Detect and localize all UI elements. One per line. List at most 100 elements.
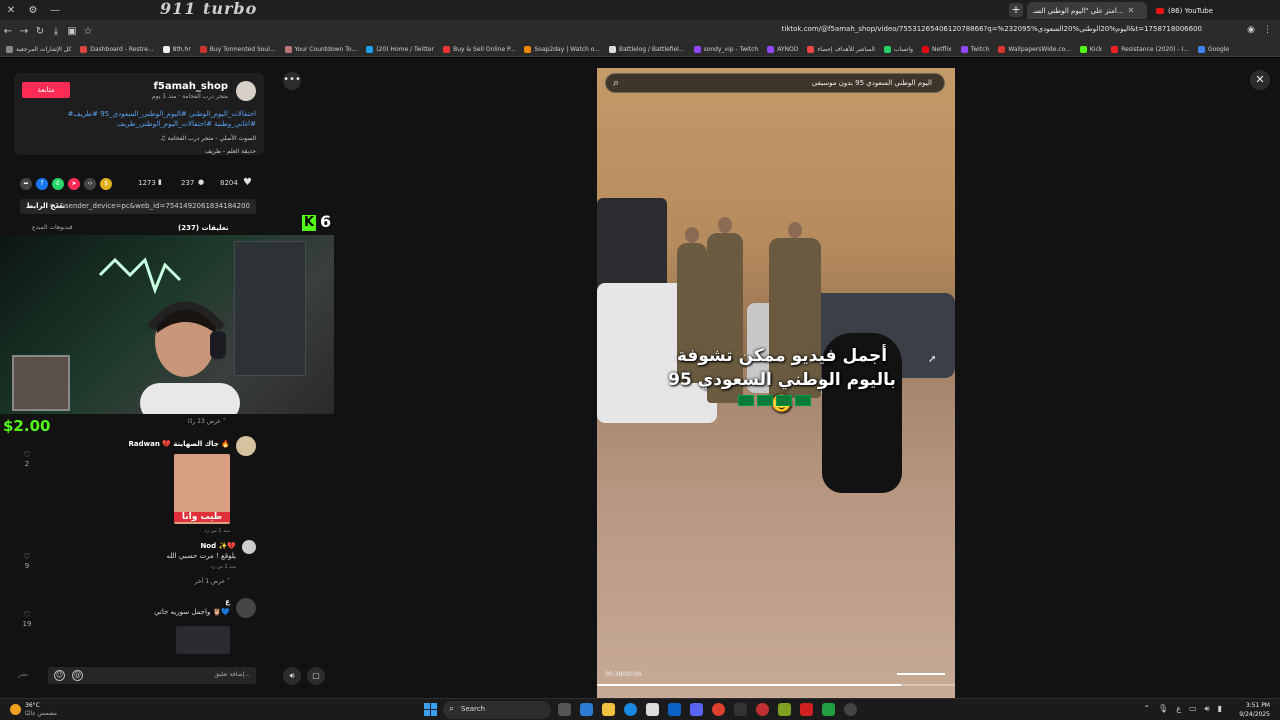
bookmark-item[interactable]: المباشر للأهداف إحصاء [807, 45, 875, 53]
follow-button[interactable]: متابعة [22, 82, 70, 98]
tab-tiktok[interactable]: امتز على "اليوم الوطني السـ... ✕ [1027, 2, 1147, 19]
commenter-name[interactable]: Radwan 💔 جاك الصهاينة 🔥 [129, 440, 230, 448]
battery-icon[interactable]: ▮ [1218, 704, 1222, 714]
tab-youtube[interactable]: (86) YouTube [1150, 2, 1260, 19]
comment-icon[interactable]: ● [198, 178, 204, 186]
like-icon[interactable]: ♡ [20, 450, 34, 459]
link-text[interactable]: =1&sender_device=pc&web_id=7541492061834… [49, 202, 250, 210]
bookmark-item[interactable]: WallpapersWide.co... [998, 45, 1071, 53]
bookmark-item[interactable]: Kick [1079, 45, 1102, 53]
bookmark-item[interactable]: Google [1197, 45, 1229, 53]
more-options-button[interactable]: ••• [283, 72, 301, 90]
post-comment-button[interactable]: نشر [18, 671, 28, 678]
bookmark-item[interactable]: Soap2day | Watch o... [524, 45, 600, 53]
commenter-avatar[interactable] [236, 436, 256, 456]
volume-icon[interactable]: 🔊︎ [1205, 704, 1210, 714]
commenter-avatar[interactable] [236, 598, 256, 618]
close-window-icon[interactable]: ✕ [0, 0, 22, 20]
commenter-avatar[interactable] [242, 540, 256, 554]
commenter-name[interactable]: ع [225, 598, 230, 606]
microphone-icon[interactable]: 🎙︎ [1158, 704, 1168, 714]
facebook-icon[interactable]: f [36, 178, 48, 190]
bookmark-item[interactable]: Dashboard - Restre... [80, 45, 154, 53]
video-progress-bar[interactable] [597, 684, 955, 686]
view-replies-toggle[interactable]: عرض 1 آخر ˅ [195, 578, 230, 585]
task-view-icon[interactable] [558, 703, 571, 716]
discord-icon[interactable] [690, 703, 703, 716]
bookmark-item[interactable]: Resistance (2020) - I... [1111, 45, 1189, 53]
picture-in-picture-button[interactable]: ▢ [307, 667, 325, 685]
reload-icon[interactable]: ↻ [32, 26, 48, 37]
new-tab-button[interactable]: + [1009, 3, 1023, 17]
minimize-icon[interactable]: — [44, 0, 66, 20]
view-replies-toggle[interactable]: عرض 13 ردًا ˅ [188, 418, 226, 425]
commenter-name[interactable]: Nod ✨💔 [200, 542, 236, 550]
donation-amount: $2.00 [3, 417, 51, 435]
app-icon[interactable] [800, 703, 813, 716]
bookmark-item[interactable]: Battlelog / Battlefiel... [609, 45, 685, 53]
app-icon[interactable] [734, 703, 747, 716]
windows-start-icon[interactable] [424, 703, 437, 716]
bookmark-item[interactable]: sondy_vip - Twitch [693, 45, 758, 53]
bookmark-item[interactable]: AYNOD [767, 45, 798, 53]
video-description[interactable]: #احتفالات_اليوم_الوطني #اليوم_الوطني_الس… [26, 109, 256, 129]
emoji-icon[interactable]: ☺ [54, 670, 65, 681]
video-search-bar[interactable]: ⌕ اليوم الوطني السعودي 95 بدون موسيقى [605, 73, 945, 93]
volume-button[interactable]: 🔊︎ [283, 667, 301, 685]
network-icon[interactable]: ▭ [1189, 704, 1197, 714]
edge-icon[interactable] [624, 703, 637, 716]
creator-name[interactable]: f5amah_shop [154, 81, 228, 92]
tab-close-icon[interactable]: ✕ [1128, 6, 1135, 15]
bookmark-item[interactable]: 8th.hr [162, 45, 191, 53]
like-icon[interactable]: ♡ [20, 610, 34, 619]
like-icon[interactable]: ♡ [20, 552, 34, 561]
extensions-icon[interactable]: ▣ [64, 26, 80, 37]
taskbar-search[interactable]: ⌕ Search [443, 701, 551, 719]
playback-handle[interactable] [897, 673, 945, 675]
bookmark-item[interactable]: Buy & Sell Online P... [443, 45, 515, 53]
url-field[interactable]: tiktok.com/@f5amah_shop/video/7553126540… [782, 25, 1202, 33]
bookmark-item[interactable]: واتساب [883, 45, 913, 53]
video-player[interactable]: ⌕ اليوم الوطني السعودي 95 بدون موسيقى أج… [597, 68, 955, 698]
profile-icon[interactable]: ◉ [1247, 25, 1255, 35]
heart-icon[interactable]: ♥ [243, 177, 252, 188]
bookmark-item[interactable]: Your Countdown To... [284, 45, 357, 53]
send-icon[interactable]: ➤ [68, 178, 80, 190]
store-icon[interactable] [646, 703, 659, 716]
bookmark-item[interactable]: Netflix [922, 45, 952, 53]
bookmark-item[interactable]: Twitch [960, 45, 989, 53]
creator-avatar[interactable] [236, 81, 256, 101]
file-explorer-icon[interactable] [602, 703, 615, 716]
back-icon[interactable]: ← [0, 26, 16, 37]
forward-icon[interactable]: → [16, 26, 32, 37]
embed-icon[interactable]: ‹› [84, 178, 96, 190]
bookmark-item[interactable]: Buy Tormented Soul... [199, 45, 276, 53]
bookmark-item[interactable]: (20) Home / Twitter [366, 45, 434, 53]
comment-input[interactable]: ☺ @ إضافة تعليق... [48, 667, 256, 684]
app-icon[interactable] [756, 703, 769, 716]
tab-comments[interactable]: تعليقات (237) [178, 224, 228, 232]
bookmark-star-icon[interactable]: ☆ [80, 26, 96, 37]
close-video-button[interactable]: ✕ [1250, 70, 1270, 90]
app-icon[interactable] [778, 703, 791, 716]
share-icon[interactable]: ➦ [20, 178, 32, 190]
download-icon[interactable]: ⤓ [48, 26, 64, 37]
obs-icon[interactable] [844, 703, 857, 716]
outlook-icon[interactable] [668, 703, 681, 716]
clock[interactable]: 3:51 PM 9/24/2025 [1239, 701, 1270, 719]
menu-icon[interactable]: ⋮ [1263, 25, 1272, 35]
mention-icon[interactable]: @ [72, 670, 83, 681]
sound-label[interactable]: ♫ الصوت الأصلي - متجر درب الفخامة [160, 135, 256, 142]
coin-icon[interactable]: $ [100, 178, 112, 190]
settings-icon[interactable]: ⚙ [22, 0, 44, 20]
whatsapp-icon[interactable]: ✆ [52, 178, 64, 190]
app-icon[interactable] [580, 703, 593, 716]
chevron-up-icon[interactable]: ⌃ [1143, 704, 1150, 714]
tab-creator-videos[interactable]: فيديوهات المبدع [32, 224, 73, 231]
input-language[interactable]: ع [1176, 704, 1181, 714]
bookmark-item[interactable]: كل الإشارات المرجعية [6, 45, 71, 53]
bookmark-icon[interactable]: ▮ [158, 178, 162, 186]
chrome-icon[interactable] [712, 703, 725, 716]
xbox-icon[interactable] [822, 703, 835, 716]
location-tag[interactable]: حديقة العلم - طريف [205, 148, 256, 155]
